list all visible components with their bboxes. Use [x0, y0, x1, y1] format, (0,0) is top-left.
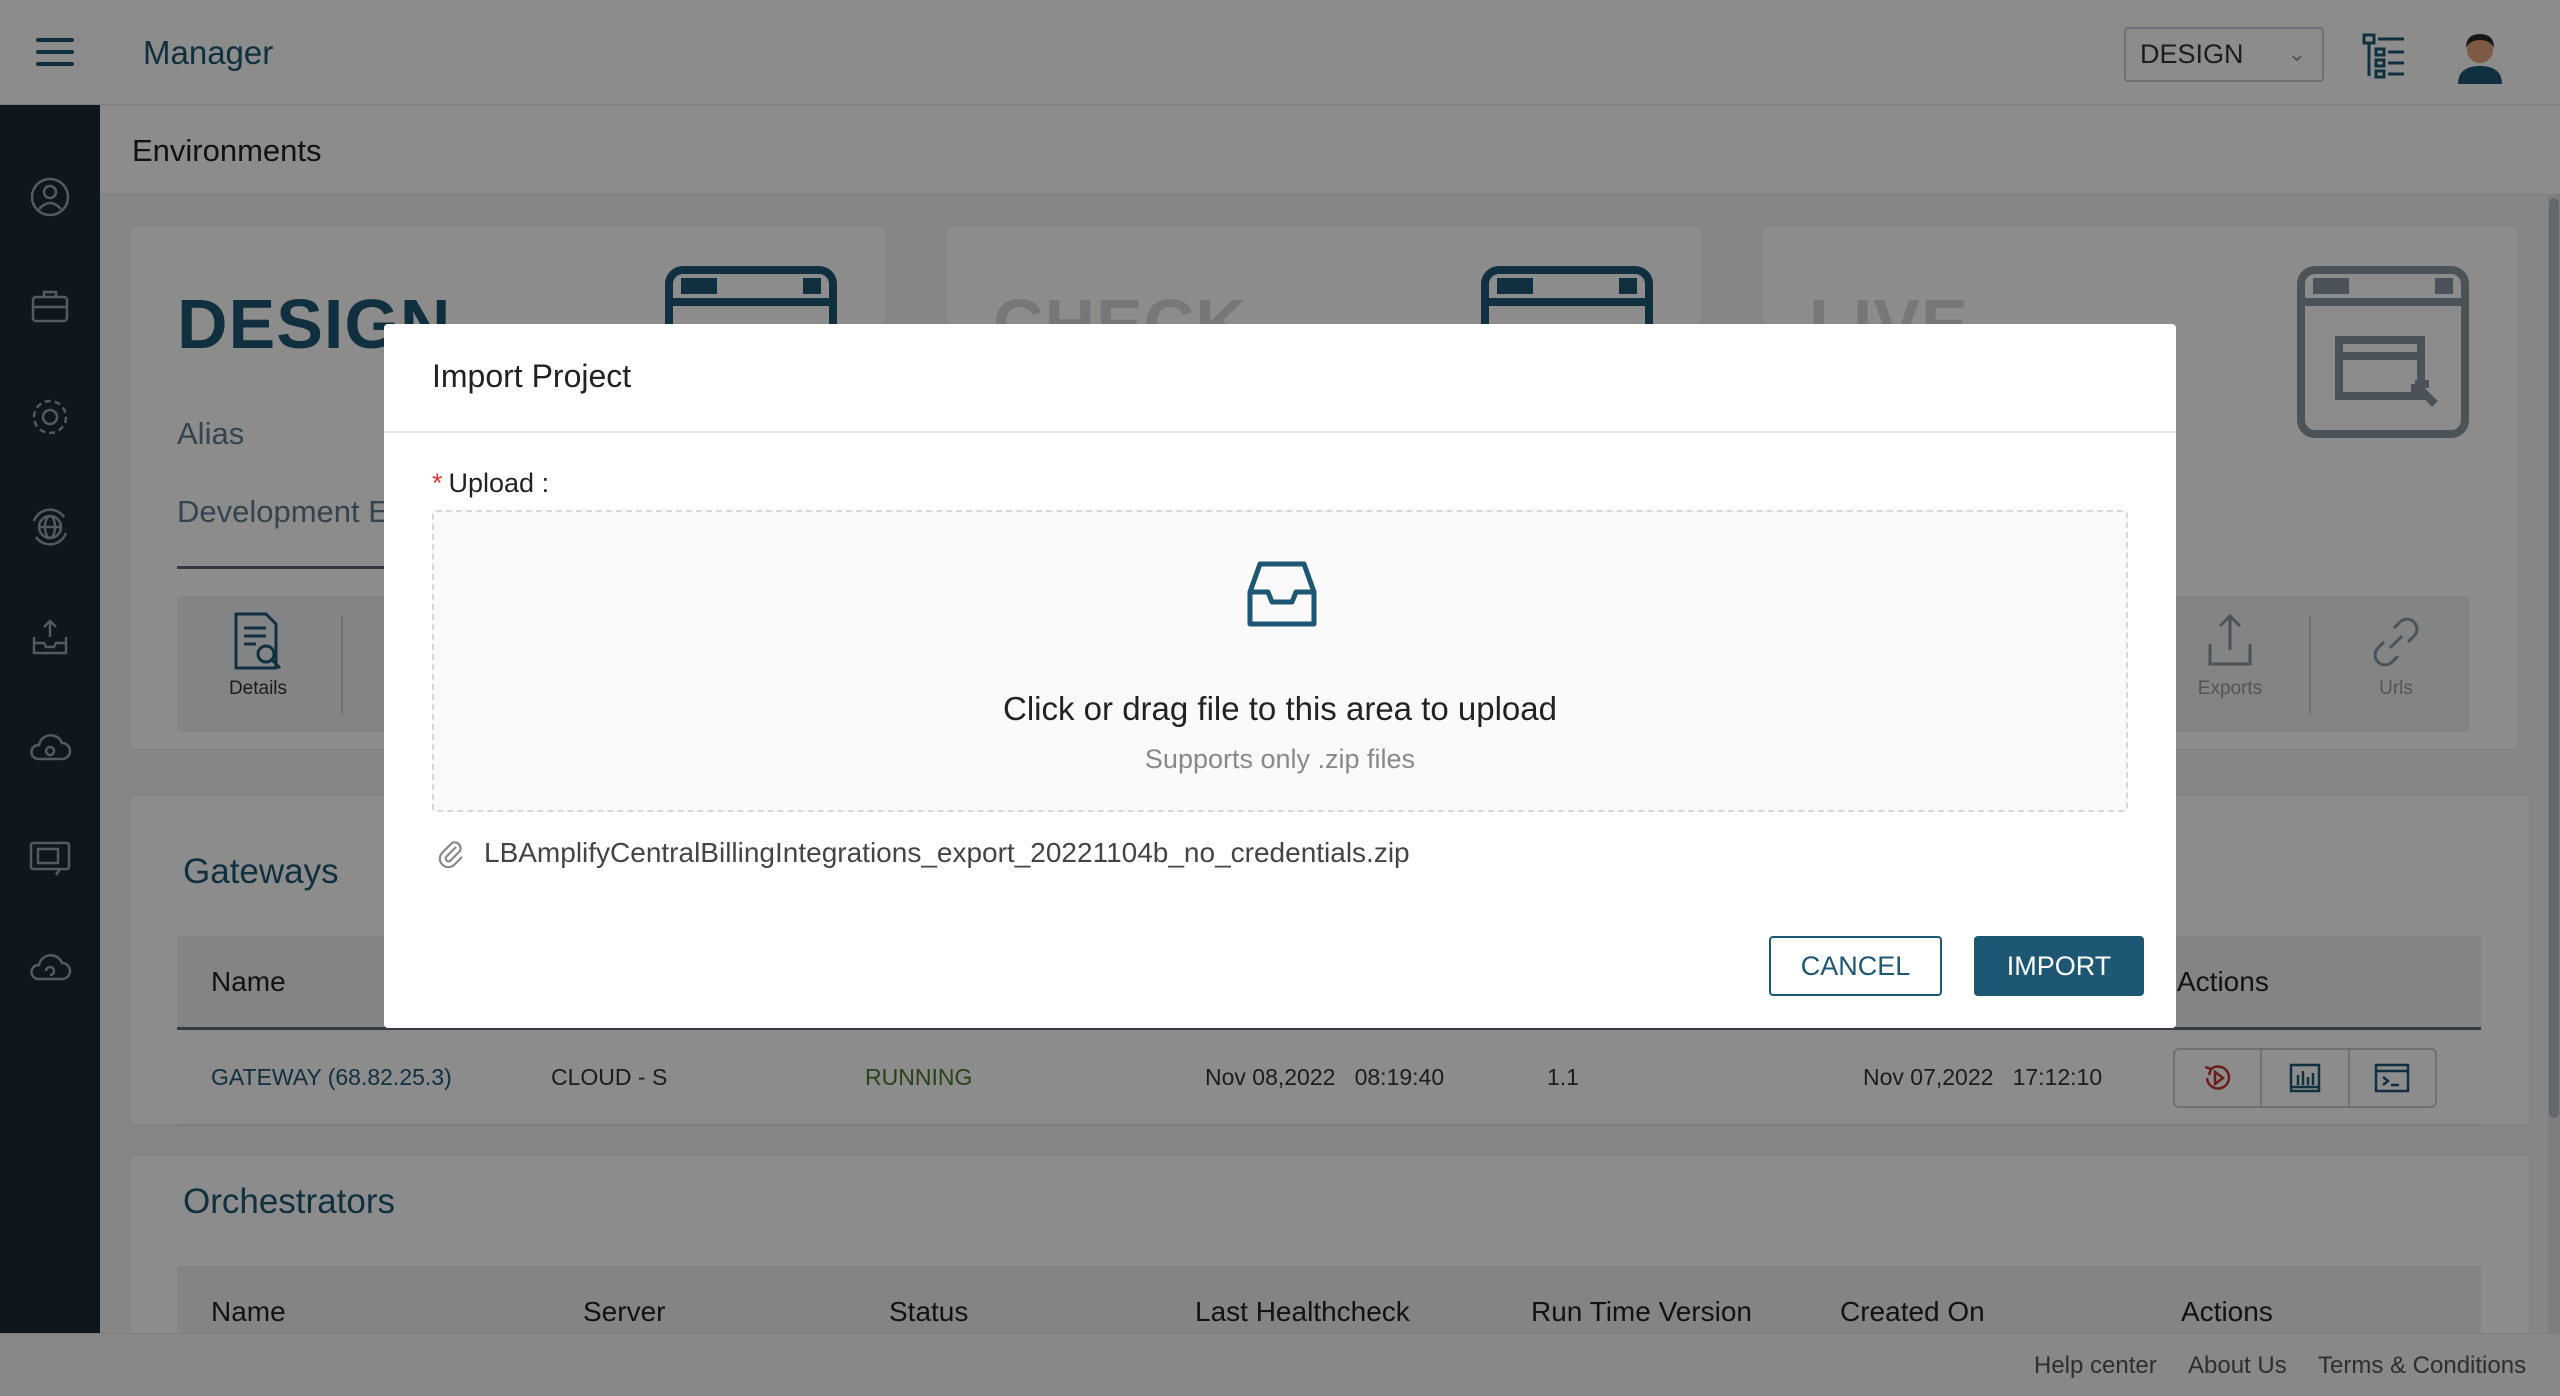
- upload-dropzone[interactable]: Click or drag file to this area to uploa…: [432, 510, 2128, 812]
- dropzone-text: Click or drag file to this area to uploa…: [1003, 690, 1557, 727]
- inbox-icon: [1247, 561, 1317, 627]
- uploaded-file-name: LBAmplifyCentralBillingIntegrations_expo…: [484, 837, 1410, 868]
- import-project-dialog: Import Project * Upload : Click or drag f…: [384, 324, 2176, 1028]
- dialog-title: Import Project: [432, 358, 632, 394]
- uploaded-file-item[interactable]: LBAmplifyCentralBillingIntegrations_expo…: [436, 832, 1536, 876]
- cancel-button[interactable]: CANCEL: [1769, 936, 1942, 996]
- upload-label-text: Upload: [448, 468, 535, 498]
- paperclip-icon: [438, 841, 463, 868]
- upload-label: * Upload :: [432, 468, 549, 499]
- required-mark: *: [432, 468, 443, 498]
- import-button[interactable]: IMPORT: [1974, 936, 2144, 996]
- dialog-header: Import Project: [384, 324, 2176, 433]
- label-colon: :: [534, 468, 550, 498]
- dropzone-hint: Supports only .zip files: [1144, 744, 1416, 774]
